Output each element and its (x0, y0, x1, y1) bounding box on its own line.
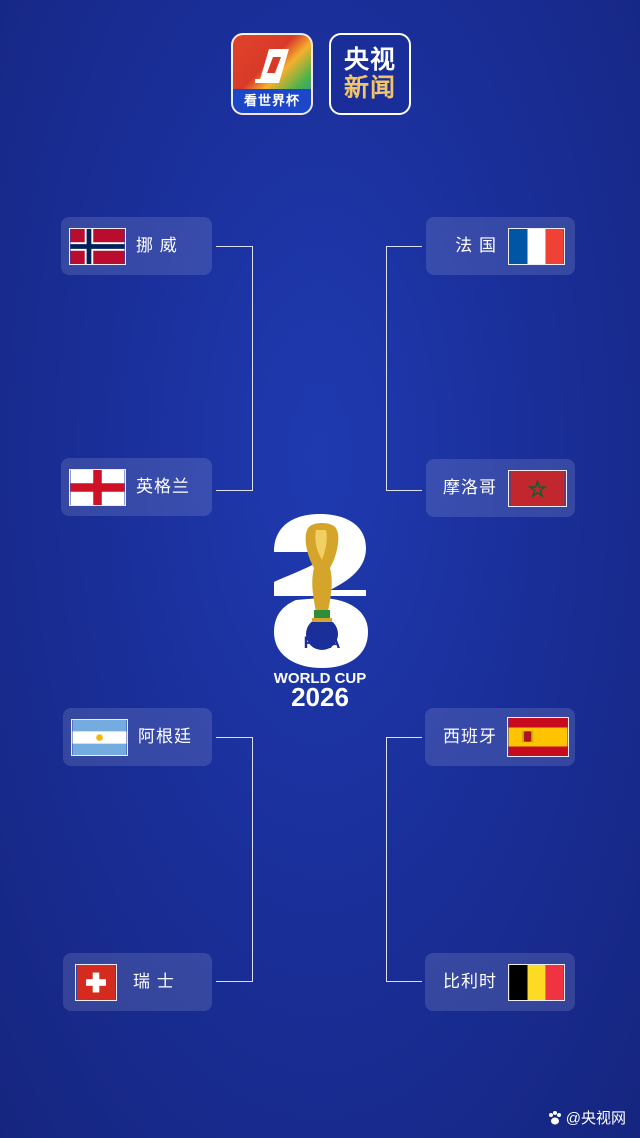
bracket-line-left-top (216, 246, 253, 491)
fifa-wordmark: FIFA (304, 633, 341, 652)
team-card-argentina: 阿根廷 (63, 708, 212, 766)
world-cup-trophy-logo-icon: FIFA (274, 514, 368, 668)
team-card-norway: 挪 威 (61, 217, 212, 275)
spain-flag-icon (507, 717, 569, 757)
switzerland-flag-icon (75, 964, 117, 1001)
team-name-argentina: 阿根廷 (138, 727, 192, 746)
argentina-flag-icon (71, 719, 128, 756)
world-cup-app-logo: 看世界杯 (231, 33, 313, 115)
team-card-switzerland: 瑞 士 (63, 953, 212, 1011)
bracket-line-right-top (386, 246, 422, 491)
cup-logo-mark-icon (255, 49, 289, 83)
team-name-england: 英格兰 (136, 477, 190, 496)
team-name-belgium: 比利时 (443, 972, 497, 991)
team-name-france: 法 国 (455, 236, 497, 255)
cctv-logo-line2: 新闻 (343, 74, 396, 102)
morocco-flag-icon (508, 470, 567, 507)
cctv-logo-line1: 央视 (343, 46, 396, 74)
belgium-flag-icon (508, 964, 565, 1001)
bracket-line-left-bottom (216, 737, 253, 982)
team-card-england: 英格兰 (61, 458, 212, 516)
cctv-net-watermark: @央视网 (547, 1107, 626, 1128)
paw-icon (548, 1110, 561, 1124)
team-card-belgium: 比利时 (425, 953, 575, 1011)
world-cup-year: 2026 (291, 682, 349, 712)
team-name-morocco: 摩洛哥 (443, 478, 497, 497)
world-cup-2026-emblem: FIFA WORLD CUP 2026 (270, 512, 374, 712)
england-flag-icon (69, 469, 126, 506)
france-flag-icon (508, 228, 565, 265)
team-name-switzerland: 瑞 士 (133, 972, 175, 991)
team-card-morocco: 摩洛哥 (426, 459, 575, 517)
norway-flag-icon (69, 228, 126, 265)
team-card-spain: 西班牙 (425, 708, 575, 766)
watermark-text: @央视网 (565, 1110, 626, 1127)
cup-logo-caption: 看世界杯 (233, 89, 311, 113)
team-name-norway: 挪 威 (136, 236, 178, 255)
team-name-spain: 西班牙 (443, 727, 497, 746)
cctv-news-logo: 央视 新闻 (329, 33, 411, 115)
bracket-line-right-bottom (386, 737, 422, 982)
team-card-france: 法 国 (426, 217, 575, 275)
